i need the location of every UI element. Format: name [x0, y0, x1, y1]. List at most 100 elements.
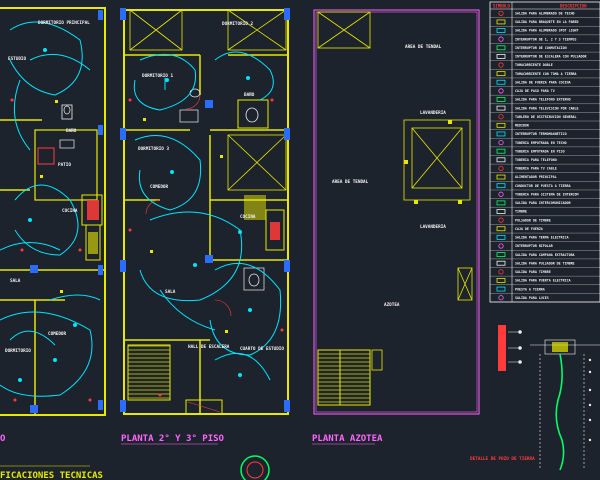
legend-symbol-icon	[498, 88, 504, 94]
legend-symbol-icon	[496, 234, 506, 240]
legend-row-text: TUBERIA EMPOTRADA EN PISO	[515, 149, 565, 153]
legend-row-text: INTERRUPTOR DE ESCALERA CON PULSADOR	[515, 55, 586, 59]
legend-symbol-icon	[496, 131, 506, 137]
legend-symbol-icon	[496, 200, 506, 206]
legend-symbol-icon	[496, 278, 506, 283]
legend-symbol-icon	[496, 183, 506, 189]
legend-symbol-icon	[498, 139, 504, 146]
room-label-dormitorio-2: DORMITORIO 2	[222, 21, 253, 27]
legend-symbol-icon	[496, 174, 506, 180]
legend-row-text: CAJA DE PASO PARA TV	[515, 89, 555, 93]
earth-pit-detail: DETALLE DE POZO DE TIERRA	[470, 325, 600, 471]
legend-row-text: PUESTA A TIERRA	[515, 287, 545, 291]
legend-row-text: TUBERIA PARA TELEFONO	[515, 158, 557, 162]
legend-symbol-icon	[496, 122, 506, 128]
plan-roof: AREA DE TENDAL AREA DE TENDAL LAVANDERIA…	[313, 9, 480, 415]
room-label-dormitorio-3: DORMITORIO 3	[138, 146, 169, 152]
legend-row-text: PULSADOR DE TIMBRE	[515, 218, 551, 222]
room-label-sala-left: SALA	[10, 278, 21, 284]
legend-symbol-icon	[496, 260, 506, 266]
legend-row-text: SALIDA PARA TERMA ELECTRICA	[515, 236, 569, 240]
legend-row-text: TUBERIA EMPOTRADA EN TECHO	[515, 141, 567, 145]
legend-symbol-icon	[498, 114, 504, 120]
legend-symbol-icon	[496, 105, 506, 111]
room-label-dormitorio-principal-left: DORMITORIO PRINCIPAL	[38, 20, 90, 26]
legend-row-text: SALIDA PARA TELEFONO EXTERNO	[515, 98, 571, 102]
legend-row-text: TABLERO DE DISTRIBUCION GENERAL	[515, 115, 577, 119]
legend-symbol-icon	[496, 286, 506, 292]
room-label-estudio-left: ESTUDIO	[8, 56, 27, 62]
legend-symbol-icon	[496, 19, 506, 25]
legend-symbol-icon	[498, 36, 504, 42]
legend-symbol-icon	[496, 45, 506, 51]
room-label-sala-middle: SALA	[165, 289, 176, 295]
plan-first-floor-partial: DORMITORIO PRINCIPAL BAÑO PATIO COCINA C…	[0, 7, 106, 416]
legend-symbol-icon	[498, 165, 504, 172]
room-label-comedor-middle: COMEDOR	[150, 184, 169, 190]
legend-rows: SALIDA PARA ALUMBRADO DE TECHO SALIDA PAR…	[490, 10, 600, 303]
room-label-lavanderia-bottom: LAVANDERIA	[420, 224, 446, 230]
room-label-cocina-left: COCINA	[62, 208, 78, 214]
legend-symbol-icon	[496, 226, 506, 232]
legend-row-text: ALIMENTADOR PRINCIPAL	[515, 175, 557, 179]
legend-symbol-icon	[498, 295, 504, 301]
legend-row-text: MEDIDOR	[515, 124, 529, 128]
legend-symbol-icon	[498, 243, 504, 249]
legend-symbol-icon	[496, 97, 506, 102]
legend-symbol-icon	[496, 148, 506, 154]
legend-symbol-icon	[496, 28, 506, 33]
legend-symbol-icon	[496, 252, 506, 258]
legend-symbol-icon	[498, 191, 504, 197]
title-specs: FICACIONES TECNICAS	[0, 471, 103, 480]
legend-symbol-icon	[496, 53, 506, 59]
legend-header-symbol: SIMBOLO	[493, 4, 510, 9]
legend-table: SIMBOLO DESCRIPCION SALIDA PARA ALUMBRAD…	[489, 1, 600, 303]
room-label-azotea: AZOTEA	[384, 302, 400, 308]
room-label-comedor-left: COMEDOR	[48, 331, 67, 337]
room-label-bano-left: BAÑO	[66, 127, 77, 134]
legend-row-text: SALIDA PARA ALUMBRADO SPOT LIGHT	[515, 29, 579, 33]
room-label-dormitorio-left: DORMITORIO	[5, 348, 31, 354]
legend-row-text: TOMACORRIENTE CON TOMA A TIERRA	[515, 72, 577, 76]
legend-row-text: SALIDA PARA INTERCOMUNICADOR	[515, 201, 571, 205]
legend-row-text: SALIDA PARA BRAQUETE EN LA PARED	[515, 20, 579, 24]
legend-row-text: INTERRUPTOR TERMOMAGNETICO	[515, 132, 567, 136]
legend-symbol-icon	[496, 79, 506, 85]
legend-row-text: SALIDA PARA PULSADOR DE TIMBRE	[515, 261, 575, 265]
room-label-cuarto-estudio: CUARTO DE ESTUDIO	[240, 346, 284, 352]
room-label-patio-left: PATIO	[58, 162, 71, 168]
legend-row-text: TOMACORRIENTE DOBLE	[515, 63, 553, 67]
legend-row-text: SALIDA PARA PUERTA ELECTRICA	[515, 279, 571, 283]
legend-row-text: CONDUCTOR DE PUESTA A TIERRA	[515, 184, 571, 188]
legend-row-text: SALIDA PARA TELEVISION POR CABLE	[515, 106, 579, 110]
legend-row-text: TIMBRE	[515, 210, 527, 214]
title-plan-first-floor-partial: O	[0, 434, 6, 444]
room-label-cocina-middle: COCINA	[240, 214, 256, 220]
room-label-area-tendal-top: AREA DE TENDAL	[405, 44, 442, 50]
room-label-area-tendal-left: AREA DE TENDAL	[332, 179, 369, 185]
detail-pit-label: DETALLE DE POZO DE TIERRA	[470, 456, 535, 462]
legend-row-text: SALIDA PARA ALUMBRADO DE TECHO	[515, 12, 575, 16]
legend-row-text: INTERRUPTOR DE CONMUTACION	[515, 46, 567, 50]
legend-header-description: DESCRIPCION	[560, 4, 587, 9]
legend-symbol-icon	[496, 71, 506, 77]
legend-row-text: TUBERIA PARA SISTEMA DE INTERCOM	[515, 192, 579, 196]
legend-symbol-icon	[496, 157, 506, 163]
legend-row-text: INTERRUPTOR DE 1, 2 Y 3 TIEMPOS	[515, 37, 577, 41]
legend-row-text: SALIDA PARA TIMBRE	[515, 270, 551, 274]
title-plan-roof: PLANTA AZOTEA	[312, 434, 383, 444]
legend-row-text: CAJA DE FUERZA	[515, 227, 543, 231]
room-label-hall-escalera: HALL DE ESCALERA	[188, 344, 230, 350]
plan-second-third-floor: DORMITORIO 1 DORMITORIO 2 DORMITORIO 3 B…	[120, 8, 290, 415]
legend-symbol-icon	[498, 217, 504, 223]
legend-symbol-icon	[498, 10, 504, 16]
legend-row-text: SALIDA PARA LUCES	[515, 296, 549, 300]
legend-symbol-icon	[498, 62, 504, 68]
legend-symbol-icon	[496, 209, 506, 214]
room-label-dormitorio-1: DORMITORIO 1	[142, 73, 173, 79]
legend-symbol-icon	[498, 269, 504, 275]
title-plan-2-3: PLANTA 2° Y 3° PISO	[121, 434, 225, 444]
room-label-bano-middle: BAÑO	[244, 91, 255, 98]
legend-row-text: SALIDA PARA CAMPANA EXTRACTORA	[515, 253, 575, 257]
legend-row-text: SALIDA DE FUERZA PARA COCINA	[515, 80, 571, 84]
